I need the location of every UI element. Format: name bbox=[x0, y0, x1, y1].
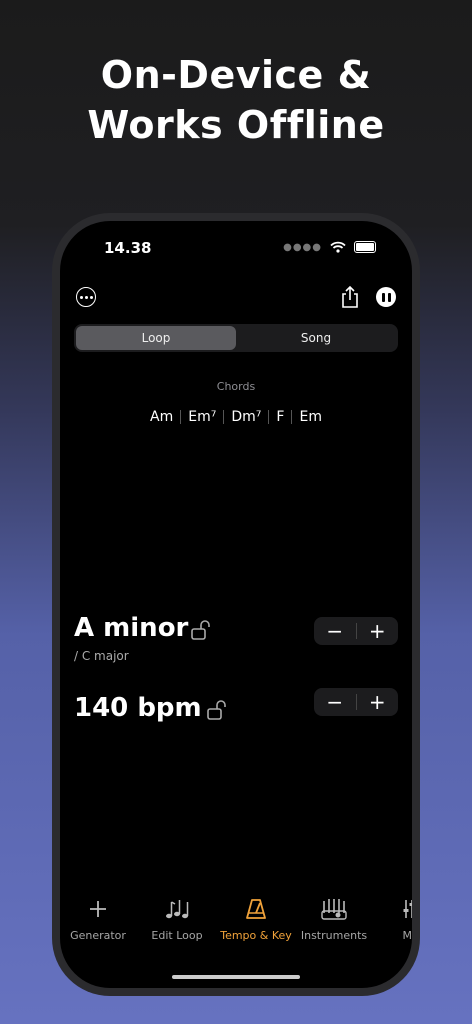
unlock-icon[interactable] bbox=[206, 699, 228, 721]
chord-divider bbox=[180, 410, 182, 424]
chord-divider bbox=[223, 410, 225, 424]
tempo-increment-button[interactable]: + bbox=[357, 688, 399, 716]
phone-frame: 14.38 ●●●● Loop Song Chords Am Em⁷ Dm⁷ F… bbox=[52, 213, 420, 996]
status-icons: ●●●● bbox=[283, 241, 376, 253]
pause-icon bbox=[381, 292, 385, 302]
tab-generator[interactable]: Generator bbox=[60, 897, 138, 942]
relative-key: / C major bbox=[74, 649, 129, 663]
chord[interactable]: Dm⁷ bbox=[231, 409, 261, 425]
headline-line-1: On-Device & bbox=[100, 53, 372, 97]
chord[interactable]: Em bbox=[299, 409, 321, 425]
metronome-icon bbox=[246, 899, 266, 919]
tab-label: Instruments bbox=[300, 929, 368, 942]
tab-mix[interactable]: Mix bbox=[372, 897, 412, 942]
key-value: A minor bbox=[74, 613, 189, 643]
chord-divider bbox=[268, 410, 270, 424]
share-icon[interactable] bbox=[340, 285, 360, 309]
pause-button[interactable] bbox=[376, 287, 396, 307]
more-dot bbox=[84, 295, 88, 299]
instruments-icon bbox=[321, 899, 347, 920]
tab-label: Edit Loop bbox=[151, 929, 203, 942]
tab-label: Tempo & Key bbox=[220, 929, 292, 942]
wifi-icon bbox=[330, 241, 346, 253]
key-decrement-button[interactable]: − bbox=[314, 617, 356, 645]
music-notes-icon bbox=[166, 900, 189, 919]
tempo-decrement-button[interactable]: − bbox=[314, 688, 356, 716]
status-time: 14.38 bbox=[104, 239, 152, 257]
tempo-stepper: − + bbox=[314, 688, 398, 716]
chord-divider bbox=[291, 410, 293, 424]
tab-tempo-key[interactable]: Tempo & Key bbox=[216, 897, 296, 942]
tempo-value: 140 bpm bbox=[74, 693, 202, 723]
segment-song[interactable]: Song bbox=[236, 326, 396, 350]
chord-progression: Am Em⁷ Dm⁷ F Em bbox=[60, 409, 412, 425]
signal-icon: ●●●● bbox=[283, 241, 322, 253]
more-dot bbox=[89, 295, 93, 299]
pause-bar bbox=[387, 292, 391, 302]
key-stepper: − + bbox=[314, 617, 398, 645]
tab-edit-loop[interactable]: Edit Loop bbox=[137, 897, 217, 942]
unlock-icon[interactable] bbox=[190, 619, 212, 641]
tab-instruments[interactable]: Instruments bbox=[294, 897, 374, 942]
chords-title: Chords bbox=[216, 380, 256, 393]
tab-bar: Generator Edit Loop Tempo & Key Instrume… bbox=[60, 897, 412, 957]
chord[interactable]: Am bbox=[150, 409, 173, 425]
headline-line-2: Works Offline bbox=[87, 103, 385, 147]
battery-icon bbox=[354, 241, 376, 253]
more-options-button[interactable] bbox=[76, 287, 96, 307]
key-increment-button[interactable]: + bbox=[357, 617, 399, 645]
tab-label: Generator bbox=[70, 929, 126, 942]
tab-label: Mix bbox=[402, 929, 412, 942]
chord[interactable]: F bbox=[276, 409, 284, 425]
app-screen: 14.38 ●●●● Loop Song Chords Am Em⁷ Dm⁷ F… bbox=[60, 221, 412, 988]
sliders-icon bbox=[403, 900, 412, 918]
home-indicator bbox=[172, 975, 300, 979]
more-dots-icon bbox=[79, 295, 83, 299]
chord[interactable]: Em⁷ bbox=[188, 409, 216, 425]
mode-segmented-control: Loop Song bbox=[74, 324, 398, 352]
headline: On-Device & Works Offline bbox=[0, 50, 472, 150]
segment-loop[interactable]: Loop bbox=[76, 326, 236, 350]
plus-icon bbox=[90, 901, 106, 917]
